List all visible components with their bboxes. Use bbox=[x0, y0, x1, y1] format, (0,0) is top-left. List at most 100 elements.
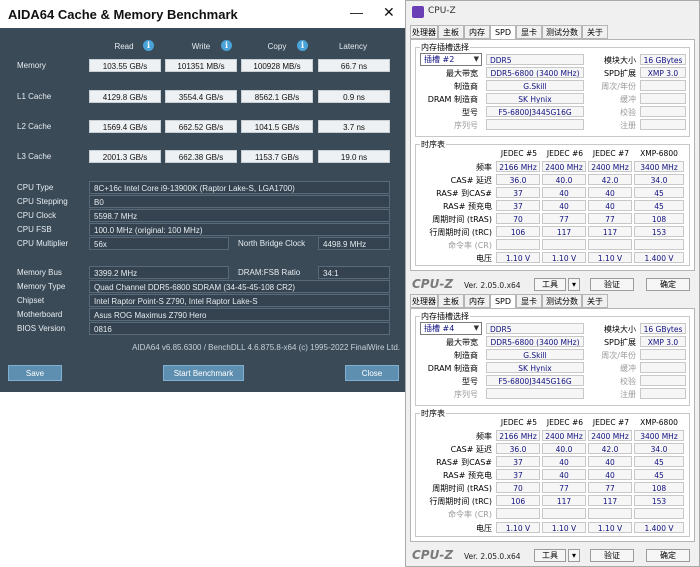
module-size-label: 模块大小 bbox=[604, 56, 636, 65]
close-icon[interactable]: ✕ bbox=[383, 4, 395, 21]
tab-mainboard[interactable]: 主板 bbox=[438, 25, 464, 39]
cpu-clock-label: CPU Clock bbox=[17, 211, 57, 220]
slot-select[interactable]: 插槽 #2 ▼ bbox=[420, 53, 482, 66]
row-label: L1 Cache bbox=[17, 92, 52, 101]
memory-bus-value: 3399.2 MHz bbox=[89, 266, 229, 279]
tab-processor[interactable]: 处理器 bbox=[410, 294, 438, 308]
timing-cell: 153 bbox=[634, 226, 684, 237]
timing-cell: 106 bbox=[496, 495, 540, 506]
timing-row-label: 电压 bbox=[476, 254, 492, 263]
manufacturer-label: 制造商 bbox=[454, 82, 478, 91]
timing-cell: 40 bbox=[588, 200, 632, 211]
timing-cell: 42.0 bbox=[588, 174, 632, 185]
dram-manufacturer-label: DRAM 制造商 bbox=[427, 364, 478, 373]
l2-write-value: 662.52 GB/s bbox=[165, 120, 237, 133]
cpuz-bottom-bar: CPU-Z Ver. 2.05.0.x64 工具 ▾ 验证 确定 bbox=[406, 276, 699, 294]
header-copy: Copy bbox=[267, 42, 287, 51]
tab-mainboard[interactable]: 主板 bbox=[438, 294, 464, 308]
part-number-value: F5-6800J3445G16G bbox=[486, 375, 584, 386]
tab-about[interactable]: 关于 bbox=[582, 25, 608, 39]
tools-button[interactable]: 工具 bbox=[534, 278, 566, 291]
timing-row-label: 频率 bbox=[476, 163, 492, 172]
tab-about[interactable]: 关于 bbox=[582, 294, 608, 308]
dram-manufacturer-value: SK Hynix bbox=[486, 93, 584, 104]
timing-row-label: CAS# 延迟 bbox=[450, 445, 492, 454]
serial-number-label: 序列号 bbox=[454, 390, 478, 399]
group-title: 时序表 bbox=[420, 139, 446, 150]
header-write: Write bbox=[191, 42, 211, 51]
timing-col-header: XMP-6800 bbox=[640, 418, 678, 427]
timing-cell: 45 bbox=[634, 200, 684, 211]
timing-col-header: JEDEC #5 bbox=[500, 418, 538, 427]
timing-cell: 1.10 V bbox=[496, 522, 540, 533]
timing-cell: 2166 MHz bbox=[496, 430, 540, 441]
tools-button[interactable]: 工具 bbox=[534, 549, 566, 562]
cpu-multiplier-label: CPU Multiplier bbox=[17, 239, 69, 248]
ok-button[interactable]: 确定 bbox=[646, 549, 690, 562]
memory-bus-label: Memory Bus bbox=[17, 268, 62, 277]
ok-button[interactable]: 确定 bbox=[646, 278, 690, 291]
spd-ext-value: XMP 3.0 bbox=[640, 336, 686, 347]
timing-cell: 45 bbox=[634, 469, 684, 480]
timing-cell: 34.0 bbox=[634, 174, 684, 185]
read-info-icon[interactable]: i bbox=[143, 40, 154, 51]
write-info-icon[interactable]: i bbox=[221, 40, 232, 51]
manufacturer-value: G.Skill bbox=[486, 80, 584, 91]
validate-button[interactable]: 验证 bbox=[590, 278, 634, 291]
tab-bench[interactable]: 测试分数 bbox=[542, 25, 582, 39]
timing-cell: 37 bbox=[496, 187, 540, 198]
timing-cell: 108 bbox=[634, 482, 684, 493]
tools-dropdown-icon[interactable]: ▾ bbox=[568, 278, 580, 291]
timing-cell: 40 bbox=[542, 200, 586, 211]
timing-col-header: XMP-6800 bbox=[640, 149, 678, 158]
timing-row-label: 命令率 (CR) bbox=[448, 241, 492, 250]
tab-bench[interactable]: 测试分数 bbox=[542, 294, 582, 308]
l1-write-value: 3554.4 GB/s bbox=[165, 90, 237, 103]
timing-cell: 108 bbox=[634, 213, 684, 224]
aida64-footer: AIDA64 v6.85.6300 / BenchDLL 4.6.875.8-x… bbox=[132, 343, 400, 352]
close-button[interactable]: Close bbox=[345, 365, 399, 381]
timing-cell bbox=[588, 239, 632, 250]
tab-spd[interactable]: SPD bbox=[490, 294, 516, 309]
week-year-value bbox=[640, 349, 686, 360]
header-read: Read bbox=[114, 42, 134, 51]
week-year-label: 周次/年份 bbox=[601, 351, 636, 360]
start-benchmark-button[interactable]: Start Benchmark bbox=[163, 365, 244, 381]
tab-memory[interactable]: 内存 bbox=[464, 294, 490, 308]
tab-graphics[interactable]: 显卡 bbox=[516, 294, 542, 308]
copy-info-icon[interactable]: i bbox=[297, 40, 308, 51]
tab-processor[interactable]: 处理器 bbox=[410, 25, 438, 39]
timing-cell: 77 bbox=[542, 482, 586, 493]
validate-button[interactable]: 验证 bbox=[590, 549, 634, 562]
max-bandwidth-label: 最大带宽 bbox=[446, 69, 478, 78]
memory-read-value: 103.55 GB/s bbox=[89, 59, 161, 72]
timing-cell: 37 bbox=[496, 200, 540, 211]
l3-copy-value: 1153.7 GB/s bbox=[241, 150, 313, 163]
spd-ext-label: SPD扩展 bbox=[603, 69, 636, 78]
timing-row-label: 行周期时间 (tRC) bbox=[429, 497, 492, 506]
timing-cell: 117 bbox=[588, 226, 632, 237]
timing-cell: 1.10 V bbox=[542, 252, 586, 263]
cpuz-title: CPU-Z bbox=[428, 6, 456, 16]
tab-memory[interactable]: 内存 bbox=[464, 25, 490, 39]
window-title: AIDA64 Cache & Memory Benchmark bbox=[8, 7, 238, 22]
timing-cell: 117 bbox=[542, 495, 586, 506]
tools-dropdown-icon[interactable]: ▾ bbox=[568, 549, 580, 562]
timing-cell: 2400 MHz bbox=[542, 161, 586, 172]
l1-latency-value: 0.9 ns bbox=[318, 90, 390, 103]
tab-graphics[interactable]: 显卡 bbox=[516, 25, 542, 39]
timing-cell: 45 bbox=[634, 456, 684, 467]
timing-cell: 36.0 bbox=[496, 443, 540, 454]
motherboard-value: Asus ROG Maximus Z790 Hero bbox=[89, 308, 390, 321]
tab-spd[interactable]: SPD bbox=[490, 25, 516, 40]
minimize-icon[interactable]: — bbox=[350, 5, 363, 20]
dram-fsb-ratio-label: DRAM:FSB Ratio bbox=[238, 268, 301, 277]
motherboard-label: Motherboard bbox=[17, 310, 63, 319]
timing-cell: 40 bbox=[542, 456, 586, 467]
slot-select[interactable]: 插槽 #4 ▼ bbox=[420, 322, 482, 335]
l2-copy-value: 1041.5 GB/s bbox=[241, 120, 313, 133]
timings-table-group: 时序表 JEDEC #5 JEDEC #6 JEDEC #7 XMP-6800 … bbox=[415, 408, 690, 537]
save-button[interactable]: Save bbox=[8, 365, 62, 381]
cpuz-version: Ver. 2.05.0.x64 bbox=[464, 281, 521, 290]
timing-cell bbox=[634, 239, 684, 250]
